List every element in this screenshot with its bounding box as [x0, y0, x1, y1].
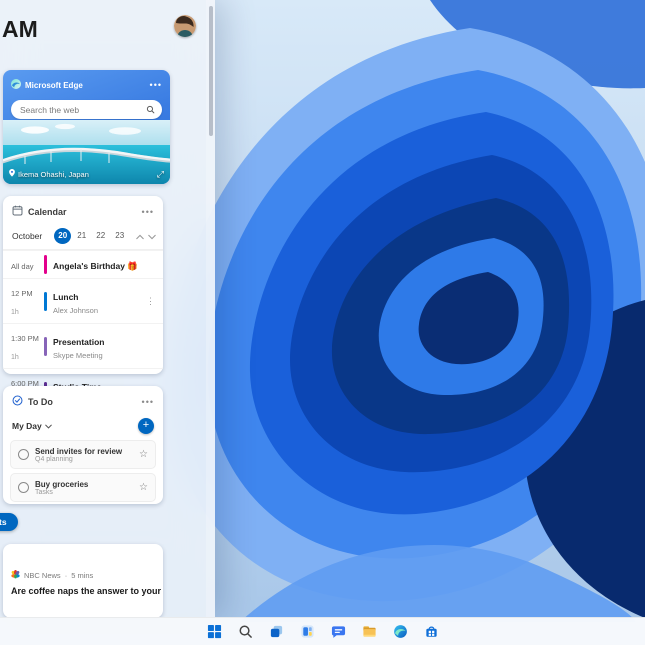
todo-check-icon [12, 393, 23, 411]
chevron-down-icon [44, 424, 52, 429]
calendar-month-label[interactable]: October [12, 231, 42, 241]
calendar-icon [12, 203, 23, 221]
file-explorer-button[interactable] [358, 621, 380, 643]
panel-scrollbar[interactable] [206, 0, 215, 618]
task-subtitle: Q4 planning [35, 455, 73, 463]
task-checkbox[interactable] [18, 482, 29, 493]
add-task-button[interactable]: + [138, 418, 154, 434]
start-button[interactable] [203, 621, 225, 643]
calendar-widget[interactable]: Calendar ••• October 20 21 22 23 All day… [3, 196, 163, 406]
expand-icon[interactable]: ⤢ [157, 169, 164, 180]
widgets-button[interactable] [296, 621, 318, 643]
news-age: 5 mins [71, 571, 94, 580]
star-icon[interactable]: ☆ [139, 482, 148, 493]
edge-widget-menu-button[interactable]: ••• [150, 81, 162, 90]
nbc-news-logo [11, 570, 20, 581]
scrollbar-thumb[interactable] [209, 6, 213, 136]
web-search-box[interactable] [11, 100, 162, 119]
news-headline: Are coffee naps the answer to your [11, 586, 162, 596]
task-item-groceries[interactable]: Buy groceries Tasks ☆ [10, 473, 156, 502]
news-card[interactable]: NBC News · 5 mins Are coffee naps the an… [3, 544, 163, 618]
desktop: AM Microsoft Edge ••• Search the web Ike… [0, 0, 645, 645]
edge-browser-button[interactable] [389, 621, 411, 643]
todo-list-selector[interactable]: My Day [12, 421, 52, 431]
calendar-event-lunch[interactable]: 12 PM 1h Lunch Alex Johnson ⋮ [3, 278, 163, 323]
task-title: Buy groceries [35, 479, 89, 489]
chevron-down-icon[interactable] [148, 227, 156, 245]
photo-caption-text: Ikema Ohashi, Japan [18, 169, 89, 179]
star-icon[interactable]: ☆ [139, 449, 148, 460]
calendar-date-22[interactable]: 22 [92, 228, 109, 244]
task-title: Send invites for review [35, 446, 123, 456]
event-time: All day [11, 261, 34, 271]
event-color-bar [44, 336, 47, 356]
edge-widget-title: Microsoft Edge [25, 80, 83, 90]
edge-widget[interactable]: Microsoft Edge ••• Search the web Ikema … [3, 70, 170, 184]
task-subtitle: Tasks [35, 488, 53, 496]
event-duration: 1h [11, 354, 19, 361]
search-input[interactable] [18, 103, 146, 116]
task-view-button[interactable] [265, 621, 287, 643]
event-duration: 1h [11, 309, 19, 316]
todo-widget-title: To Do [28, 397, 53, 407]
event-color-bar [44, 255, 47, 274]
todo-list-label: My Day [12, 421, 42, 431]
calendar-event-presentation[interactable]: 1:30 PM 1h Presentation Skype Meeting [3, 323, 163, 368]
event-title: Angela's Birthday 🎁 [53, 260, 138, 271]
calendar-date-21[interactable]: 21 [73, 228, 90, 244]
task-checkbox[interactable] [18, 449, 29, 460]
search-icon [146, 101, 155, 119]
edge-featured-photo[interactable]: Ikema Ohashi, Japan ⤢ [3, 120, 170, 184]
event-kebab-menu-icon[interactable]: ⋮ [146, 296, 155, 307]
interests-pill-button[interactable]: ts [0, 513, 18, 531]
task-item-invites[interactable]: Send invites for review Q4 planning ☆ [10, 440, 156, 469]
event-color-bar [44, 291, 47, 311]
user-avatar[interactable] [174, 15, 196, 37]
calendar-date-23[interactable]: 23 [111, 228, 128, 244]
event-time: 1:30 PM [11, 334, 39, 343]
news-source: NBC News [24, 571, 61, 580]
location-pin-icon [9, 169, 15, 179]
calendar-event-birthday[interactable]: All day Angela's Birthday 🎁 [3, 250, 163, 278]
event-subtitle: Skype Meeting [53, 351, 103, 360]
calendar-widget-menu-button[interactable]: ••• [142, 208, 154, 217]
microsoft-store-button[interactable] [420, 621, 442, 643]
event-title: Lunch [53, 292, 79, 302]
chevron-up-icon[interactable] [136, 227, 144, 245]
event-title: Presentation [53, 337, 105, 347]
event-subtitle: Alex Johnson [53, 306, 99, 315]
calendar-date-20[interactable]: 20 [54, 228, 72, 244]
chat-button[interactable] [327, 621, 349, 643]
todo-widget[interactable]: To Do ••• My Day + Send invites for revi… [3, 386, 163, 504]
news-separator: · [64, 571, 68, 580]
todo-widget-menu-button[interactable]: ••• [142, 398, 154, 407]
widgets-panel: AM Microsoft Edge ••• Search the web Ike… [0, 0, 215, 618]
event-time: 12 PM [11, 289, 33, 298]
edge-logo-icon [11, 76, 21, 94]
taskbar [0, 617, 645, 645]
clock-time: AM [2, 16, 38, 42]
calendar-widget-title: Calendar [28, 207, 67, 217]
search-button[interactable] [234, 621, 256, 643]
